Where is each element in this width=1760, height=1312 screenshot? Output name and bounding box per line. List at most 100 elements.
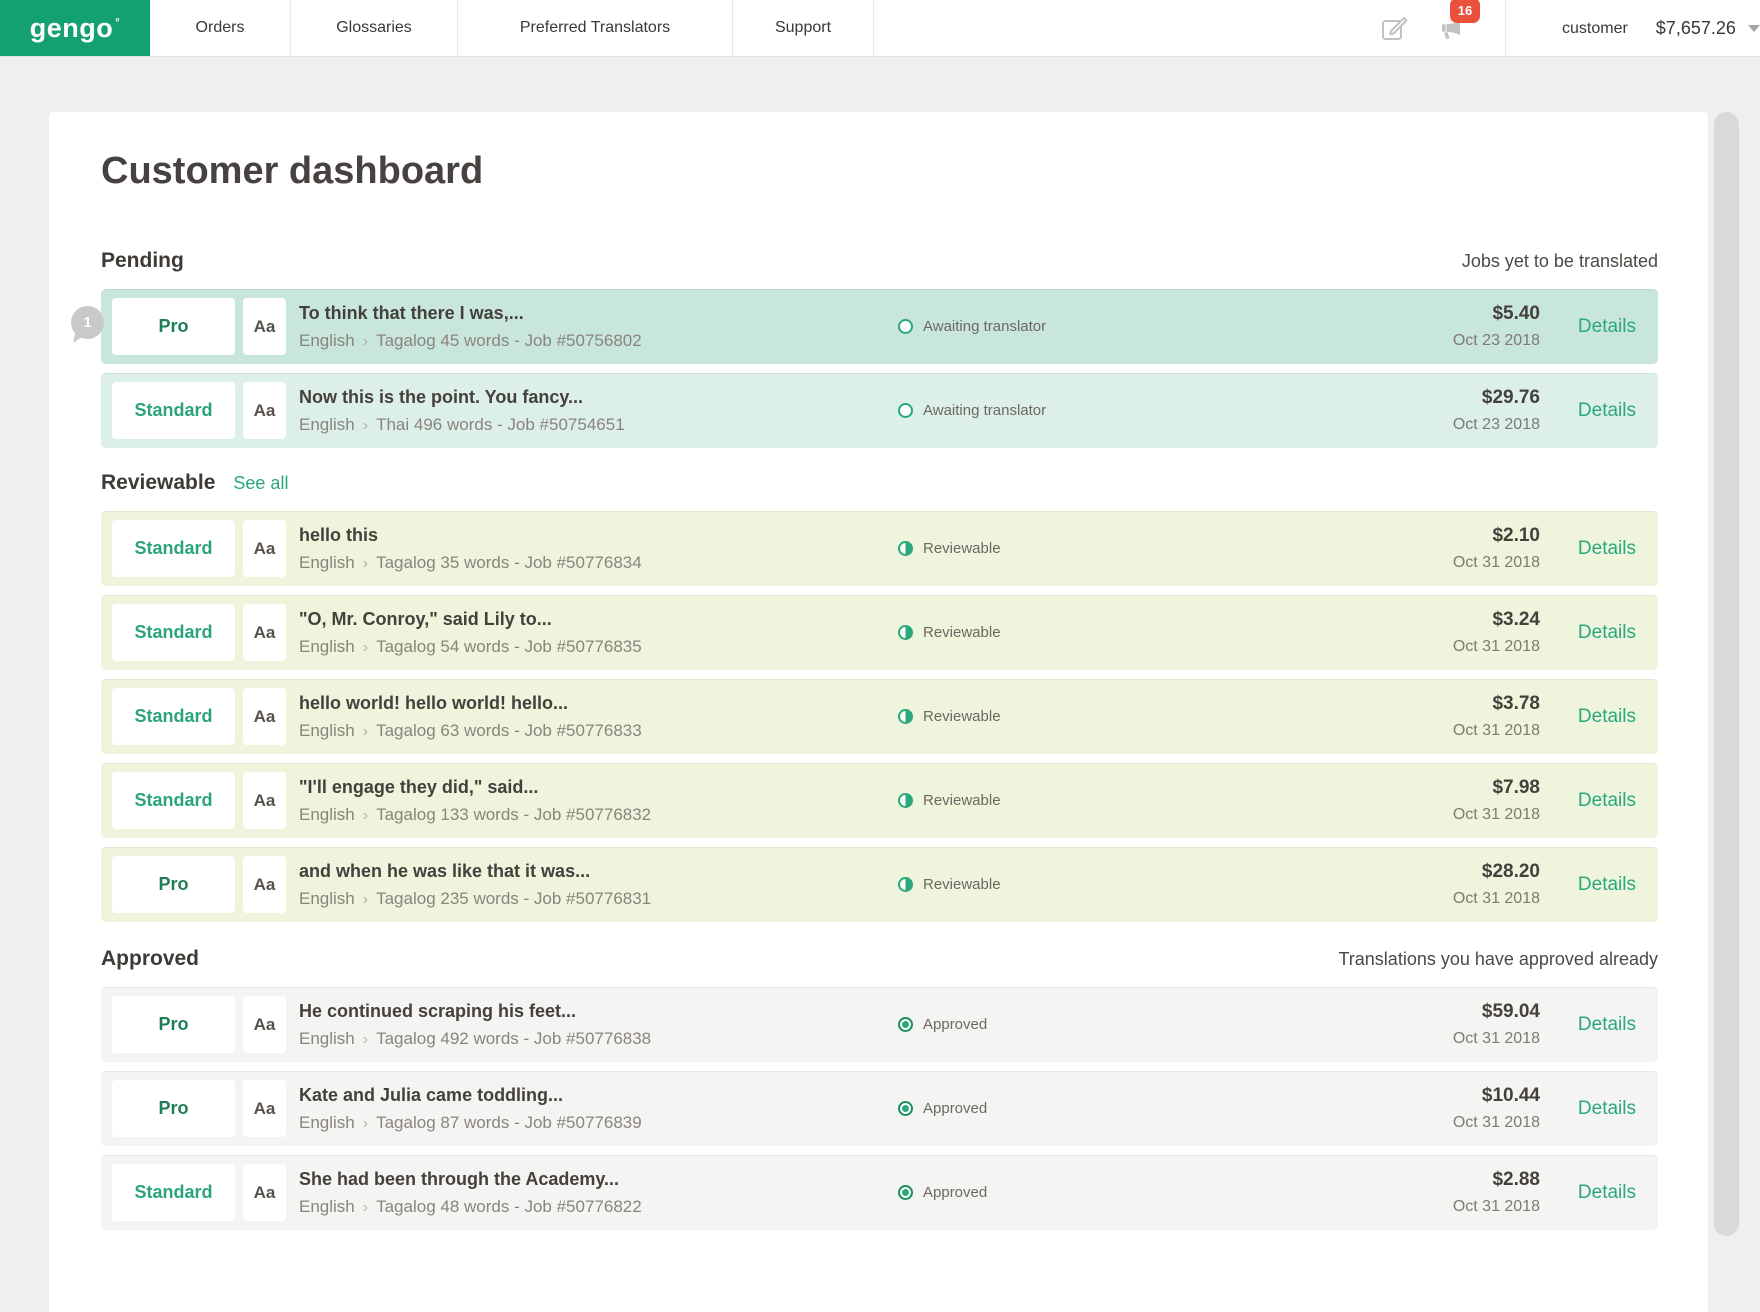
lang-from: English bbox=[299, 637, 355, 656]
gengo-logo[interactable]: gengo° bbox=[0, 0, 150, 56]
chevron-right-icon: › bbox=[355, 639, 376, 656]
format-badge: Aa bbox=[243, 856, 286, 913]
lang-from: English bbox=[299, 721, 355, 740]
lang-from: English bbox=[299, 889, 355, 908]
job-money: $7.98 Oct 31 2018 bbox=[1453, 777, 1540, 824]
job-language-line: English›Tagalog 87 words - Job #50776839 bbox=[299, 1113, 642, 1133]
job-row[interactable]: Pro Aa and when he was like that it was.… bbox=[101, 847, 1658, 922]
tier-badge: Pro bbox=[112, 298, 235, 355]
job-title: "O, Mr. Conroy," said Lily to... bbox=[299, 609, 642, 630]
approved-subtitle: Translations you have approved already bbox=[1338, 949, 1658, 970]
job-price: $2.10 bbox=[1492, 525, 1540, 547]
pending-title: Pending bbox=[101, 248, 184, 274]
announcements-megaphone-icon[interactable]: 16 bbox=[1436, 15, 1464, 43]
job-price: $3.24 bbox=[1492, 609, 1540, 631]
job-main: and when he was like that it was... Engl… bbox=[293, 861, 651, 909]
job-price: $28.20 bbox=[1482, 861, 1540, 883]
lang-rest: Tagalog 45 words - Job #50756802 bbox=[376, 331, 642, 350]
job-price: $2.88 bbox=[1492, 1169, 1540, 1191]
caret-down-icon bbox=[1748, 25, 1760, 32]
nav-item-support[interactable]: Support bbox=[733, 0, 874, 56]
job-main: Kate and Julia came toddling... English›… bbox=[293, 1085, 642, 1133]
notification-count-badge: 16 bbox=[1450, 0, 1480, 23]
details-link[interactable]: Details bbox=[1578, 400, 1636, 422]
vertical-scrollbar[interactable] bbox=[1714, 112, 1739, 1236]
job-money: $2.10 Oct 31 2018 bbox=[1453, 525, 1540, 572]
job-row[interactable]: Standard Aa "I'll engage they did," said… bbox=[101, 763, 1658, 838]
details-link[interactable]: Details bbox=[1578, 622, 1636, 644]
job-main: "I'll engage they did," said... English›… bbox=[293, 777, 651, 825]
job-row[interactable]: Standard Aa hello this English›Tagalog 3… bbox=[101, 511, 1658, 586]
job-row[interactable]: Standard Aa She had been through the Aca… bbox=[101, 1155, 1658, 1230]
details-link[interactable]: Details bbox=[1578, 316, 1636, 338]
pending-subtitle: Jobs yet to be translated bbox=[1462, 251, 1658, 272]
job-title: and when he was like that it was... bbox=[299, 861, 651, 882]
chevron-right-icon: › bbox=[355, 891, 376, 908]
job-price: $59.04 bbox=[1482, 1001, 1540, 1023]
details-link[interactable]: Details bbox=[1578, 1182, 1636, 1204]
chevron-right-icon: › bbox=[355, 1199, 376, 1216]
job-main: To think that there I was,... English›Ta… bbox=[293, 303, 642, 351]
lang-from: English bbox=[299, 1113, 355, 1132]
reviewable-rows: Standard Aa hello this English›Tagalog 3… bbox=[101, 511, 1658, 922]
job-main: "O, Mr. Conroy," said Lily to... English… bbox=[293, 609, 642, 657]
job-row[interactable]: Pro Aa He continued scraping his feet...… bbox=[101, 987, 1658, 1062]
details-link[interactable]: Details bbox=[1578, 1014, 1636, 1036]
format-badge: Aa bbox=[243, 772, 286, 829]
lang-rest: Tagalog 48 words - Job #50776822 bbox=[376, 1197, 642, 1216]
job-row[interactable]: Pro Aa Kate and Julia came toddling... E… bbox=[101, 1071, 1658, 1146]
lang-rest: Tagalog 63 words - Job #50776833 bbox=[376, 721, 642, 740]
format-badge: Aa bbox=[243, 520, 286, 577]
approved-title: Approved bbox=[101, 946, 199, 972]
details-link[interactable]: Details bbox=[1578, 874, 1636, 896]
see-all-link[interactable]: See all bbox=[233, 473, 288, 493]
job-title: He continued scraping his feet... bbox=[299, 1001, 651, 1022]
job-row[interactable]: 1 Pro Aa To think that there I was,... E… bbox=[101, 289, 1658, 364]
job-price: $3.78 bbox=[1492, 693, 1540, 715]
job-language-line: English›Tagalog 45 words - Job #50756802 bbox=[299, 331, 642, 351]
details-link[interactable]: Details bbox=[1578, 706, 1636, 728]
job-row[interactable]: Standard Aa "O, Mr. Conroy," said Lily t… bbox=[101, 595, 1658, 670]
details-link[interactable]: Details bbox=[1578, 1098, 1636, 1120]
status-circle-icon bbox=[898, 319, 913, 334]
job-language-line: English›Tagalog 63 words - Job #50776833 bbox=[299, 721, 642, 741]
chevron-right-icon: › bbox=[355, 417, 376, 434]
lang-rest: Tagalog 492 words - Job #50776838 bbox=[376, 1029, 651, 1048]
nav-item-glossaries[interactable]: Glossaries bbox=[291, 0, 458, 56]
job-price: $29.76 bbox=[1482, 387, 1540, 409]
job-title: hello world! hello world! hello... bbox=[299, 693, 642, 714]
job-row[interactable]: Standard Aa Now this is the point. You f… bbox=[101, 373, 1658, 448]
job-price: $5.40 bbox=[1492, 303, 1540, 325]
job-main: hello this English›Tagalog 35 words - Jo… bbox=[293, 525, 642, 573]
nav-item-preferred-translators[interactable]: Preferred Translators bbox=[458, 0, 733, 56]
job-title: To think that there I was,... bbox=[299, 303, 642, 324]
format-badge: Aa bbox=[243, 298, 286, 355]
format-badge: Aa bbox=[243, 1080, 286, 1137]
compose-icon[interactable] bbox=[1380, 15, 1408, 43]
job-language-line: English›Tagalog 133 words - Job #5077683… bbox=[299, 805, 651, 825]
chevron-right-icon: › bbox=[355, 333, 376, 350]
details-link[interactable]: Details bbox=[1578, 538, 1636, 560]
format-badge: Aa bbox=[243, 996, 286, 1053]
approved-section-header: Approved Translations you have approved … bbox=[101, 946, 1658, 972]
status-label: Reviewable bbox=[923, 792, 1001, 809]
job-row[interactable]: Standard Aa hello world! hello world! he… bbox=[101, 679, 1658, 754]
lang-rest: Tagalog 87 words - Job #50776839 bbox=[376, 1113, 642, 1132]
job-price: $10.44 bbox=[1482, 1085, 1540, 1107]
job-status: Reviewable bbox=[898, 624, 1001, 641]
job-date: Oct 31 2018 bbox=[1453, 554, 1540, 572]
job-date: Oct 31 2018 bbox=[1453, 1030, 1540, 1048]
job-date: Oct 31 2018 bbox=[1453, 1114, 1540, 1132]
chevron-right-icon: › bbox=[355, 1115, 376, 1132]
details-link[interactable]: Details bbox=[1578, 790, 1636, 812]
job-date: Oct 31 2018 bbox=[1453, 1198, 1540, 1216]
nav-item-orders[interactable]: Orders bbox=[150, 0, 291, 56]
status-label: Approved bbox=[923, 1016, 987, 1033]
tier-badge: Pro bbox=[112, 856, 235, 913]
format-badge: Aa bbox=[243, 382, 286, 439]
job-language-line: English›Thai 496 words - Job #50754651 bbox=[299, 415, 625, 435]
format-badge: Aa bbox=[243, 604, 286, 661]
tier-badge: Standard bbox=[112, 1164, 235, 1221]
account-menu[interactable]: customer $7,657.26 bbox=[1505, 0, 1760, 57]
job-money: $28.20 Oct 31 2018 bbox=[1453, 861, 1540, 908]
